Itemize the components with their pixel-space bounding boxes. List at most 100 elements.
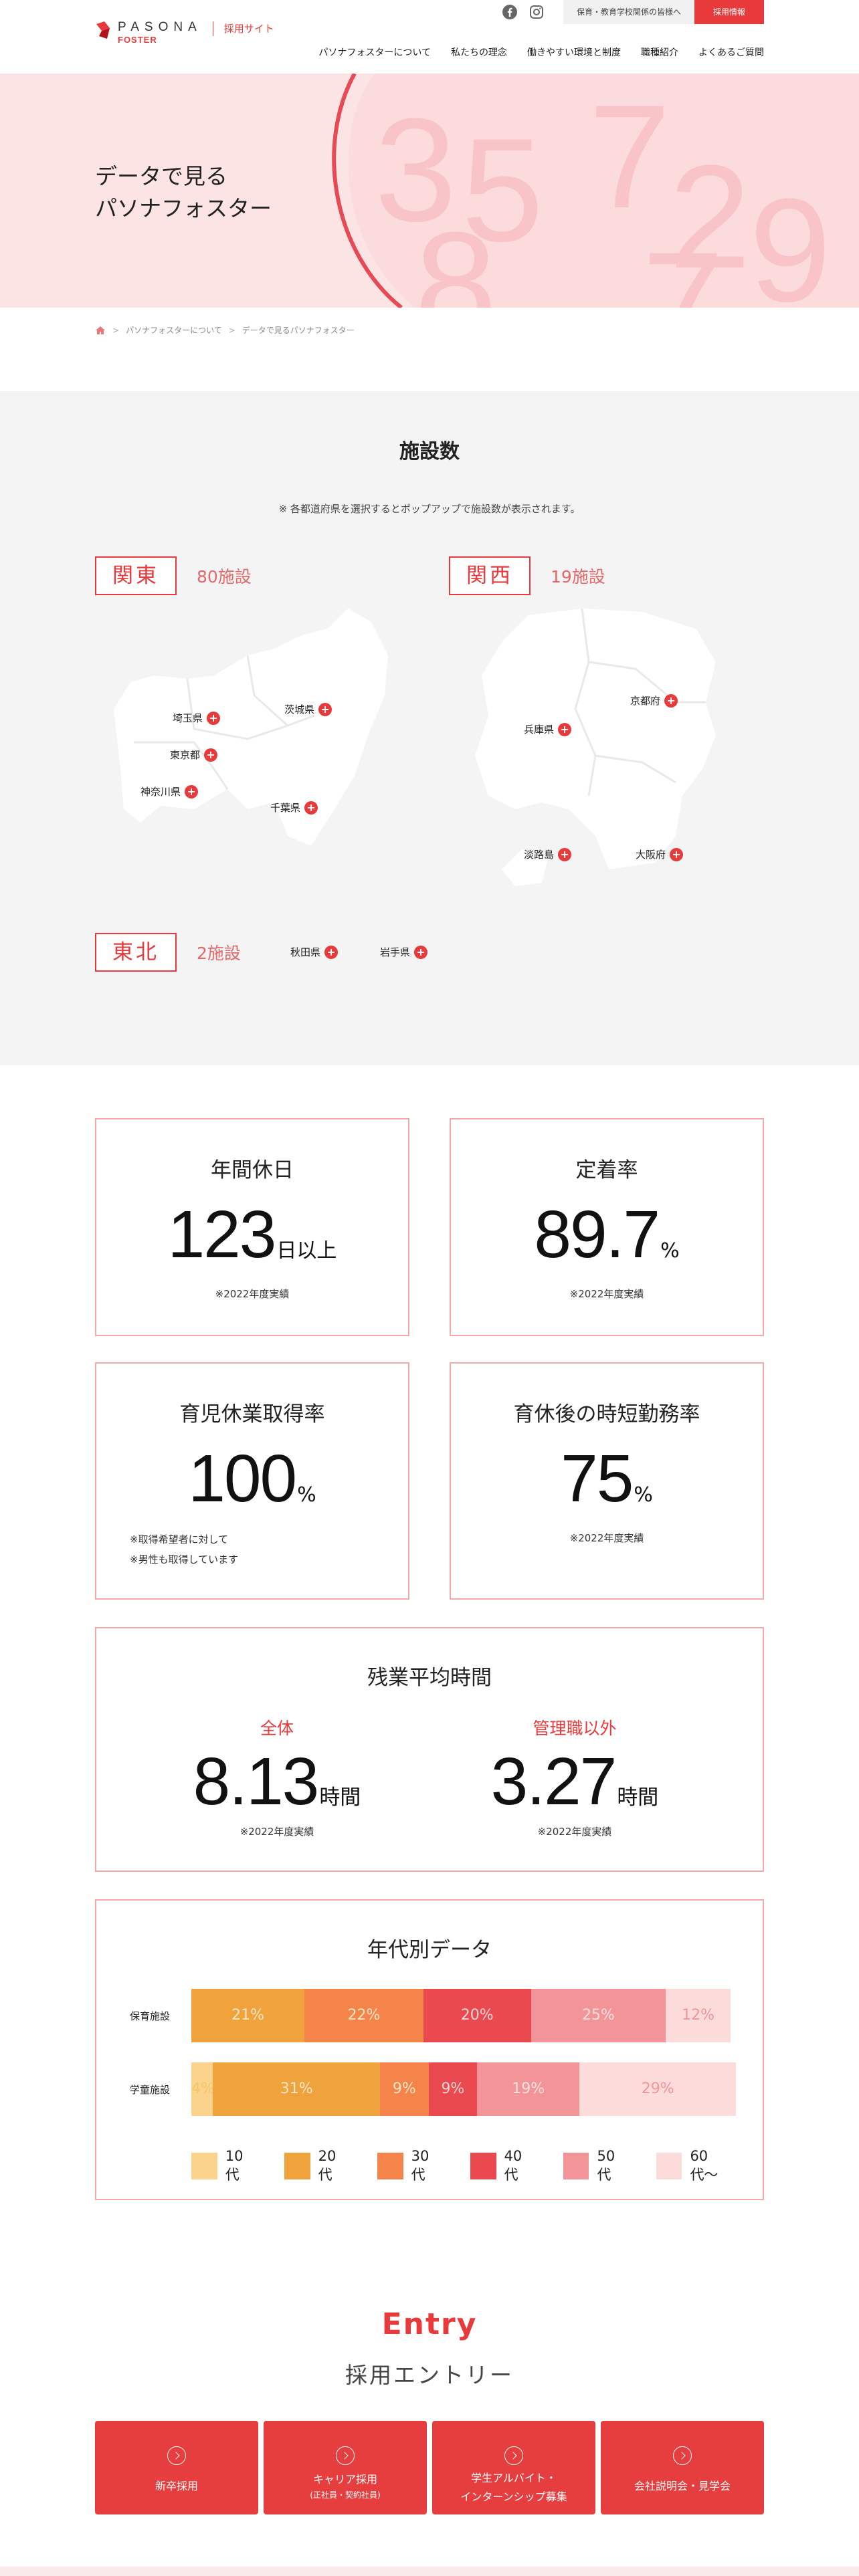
age-bar-nursery: 21% 22% 20% 25% 12% [191,1989,731,2042]
nav-item-philosophy[interactable]: 私たちの理念 [451,45,507,59]
plus-icon: + [304,800,318,815]
pref-hyogo[interactable]: 兵庫県 + [524,722,572,736]
logo-recruit-label: 採用サイト [223,23,274,35]
facebook-icon[interactable] [502,4,518,20]
entry-button-seminar-label: 会社説明会・見学会 [634,2480,731,2492]
nav-item-faq[interactable]: よくあるご質問 [698,45,764,59]
pref-kanagawa[interactable]: 神奈川県 + [140,784,199,798]
bar-segment-label: 19% [512,2080,545,2097]
recruit-info-button[interactable]: 採用情報 [694,0,764,24]
age-bar-afterschool: 4% 31% 9% 9% 19% 29% [191,2062,737,2116]
stat-holidays-title: 年間休日 [211,1158,294,1182]
overtime-non-mgmt-note: ※2022年度実績 [537,1826,612,1838]
pref-iwate-label: 岩手県 [380,946,411,958]
legend-swatch [284,2153,310,2179]
age-distribution-card: 年代別データ 保育施設 21% 22% 20% 25% 12% 学童施設 4% 31% 9%… [95,1899,764,2200]
stat-card-overtime: 残業平均時間 全体 8.13時間 ※2022年度実績 管理職以外 3.27時間 … [95,1627,764,1872]
bar-segment-label: 22% [347,2007,381,2024]
overtime-all-note: ※2022年度実績 [240,1826,314,1838]
kanto-map [114,609,388,846]
region-kanto-header: 関東 80施設 [95,556,252,595]
stat-retention-title: 定着率 [575,1158,638,1182]
legend-label: 50代 [597,2148,615,2183]
bar-label-nursery: 保育施設 [130,2010,171,2022]
legend-label: 60代〜 [690,2148,719,2183]
legend-item: 20代 [284,2148,349,2184]
entry-button-career-text: キャリア採用 (正社員・契約社員) [264,2470,427,2501]
arrow-circle-icon [167,2446,186,2465]
plus-icon: + [558,722,572,736]
bar-segment-label: 4% [191,2080,215,2097]
pref-awajishima-label: 淡路島 [524,849,555,861]
kansai-map [475,609,716,886]
entry-button-career-label: キャリア採用 [312,2473,377,2486]
footer-strip [0,2567,859,2576]
stat-retention-unit: % [660,1239,680,1263]
pref-ibaraki-label: 茨城県 [284,704,315,716]
plus-icon: + [204,748,218,762]
nav-item-environment[interactable]: 働きやすい環境と制度 [527,45,621,59]
pref-akita[interactable]: 秋田県 + [290,945,339,959]
logo-sub-text: FOSTER [118,35,157,45]
stat-short-hours-title: 育休後の時短勤務率 [513,1402,700,1426]
global-nav: パソナフォスターについて 私たちの理念 働きやすい環境と制度 職種紹介 よくある… [298,45,764,59]
overtime-non-mgmt-unit: 時間 [617,1786,659,1810]
entry-button-seminar[interactable]: 会社説明会・見学会 [601,2421,764,2514]
site-logo[interactable]: PASONA FOSTER 採用サイト [95,20,274,45]
legend-item: 50代 [563,2148,628,2184]
page-title-line1: データで見る [95,163,227,189]
age-chart-legend: 10代 20代 30代 40代 50代 60代〜 [191,2148,763,2184]
overtime-all-number: 8.13 [193,1744,320,1819]
stat-short-hours-value: 75% [451,1440,763,1517]
home-icon[interactable] [95,325,106,336]
age-chart-title: 年代別データ [367,1938,492,1962]
stat-short-hours-unit: % [634,1483,653,1507]
nav-item-jobs[interactable]: 職種紹介 [641,45,678,59]
arrow-circle-icon [504,2446,523,2465]
pref-iwate[interactable]: 岩手県 + [380,945,428,959]
entry-button-student-intern-label2: インターンシップ募集 [460,2490,567,2503]
pref-saitama[interactable]: 埼玉県 + [173,711,221,725]
region-tohoku-count: 2施設 [197,944,241,963]
entry-button-new-grad-label: 新卒採用 [155,2480,198,2492]
stat-card-short-hours: 育休後の時短勤務率 75% ※2022年度実績 [450,1362,764,1600]
pref-tokyo[interactable]: 東京都 + [170,748,218,762]
legend-swatch [470,2153,496,2179]
instagram-icon[interactable] [529,4,545,20]
pref-chiba-label: 千葉県 [270,802,301,814]
breadcrumb: > パソナフォスターについて > データで見るパソナフォスター [95,324,355,336]
plus-icon: + [558,847,572,861]
page-title-line2: パソナフォスター [95,195,272,221]
plus-icon: + [670,847,684,861]
nav-item-about[interactable]: パソナフォスターについて [318,45,431,59]
stat-childcare-leave-title: 育児休業取得率 [179,1402,325,1426]
entry-button-career[interactable]: キャリア採用 (正社員・契約社員) [264,2421,427,2514]
education-partners-link[interactable]: 保育・教育学校関係の皆様へ [563,0,694,24]
pref-chiba[interactable]: 千葉県 + [270,800,318,815]
overtime-non-mgmt-label: 管理職以外 [533,1719,617,1738]
entry-button-student-intern[interactable]: 学生アルバイト・ インターンシップ募集 [432,2421,595,2514]
breadcrumb-item-about[interactable]: パソナフォスターについて [126,324,222,336]
entry-button-new-grad[interactable]: 新卒採用 [95,2421,258,2514]
region-tohoku-header: 東北 2施設 [95,933,241,972]
stat-card-holidays: 年間休日 123日以上 ※2022年度実績 [95,1118,409,1336]
bar-segment-label: 21% [231,2007,265,2024]
stat-retention-number: 89.7 [534,1197,660,1272]
bar-segment-label: 31% [280,2080,313,2097]
pref-kyoto[interactable]: 京都府 + [630,693,678,708]
pref-osaka[interactable]: 大阪府 + [636,847,684,861]
bar-segment-label: 12% [682,2007,715,2024]
bar-segment-label: 25% [582,2007,615,2024]
legend-swatch [191,2153,217,2179]
legend-item: 60代〜 [656,2148,735,2184]
region-kanto-label: 関東 [95,556,177,595]
arrow-circle-icon [673,2446,692,2465]
legend-label: 10代 [225,2148,244,2183]
stat-childcare-leave-number: 100 [188,1441,297,1516]
pref-ibaraki[interactable]: 茨城県 + [284,702,332,716]
region-tohoku-label: 東北 [95,933,177,972]
pref-awajishima[interactable]: 淡路島 + [524,847,572,861]
hero-deco-number: 7 [589,74,670,239]
hero-deco-number: 7 [642,221,724,308]
utility-bar: 保育・教育学校関係の皆様へ 採用情報 [502,0,764,24]
